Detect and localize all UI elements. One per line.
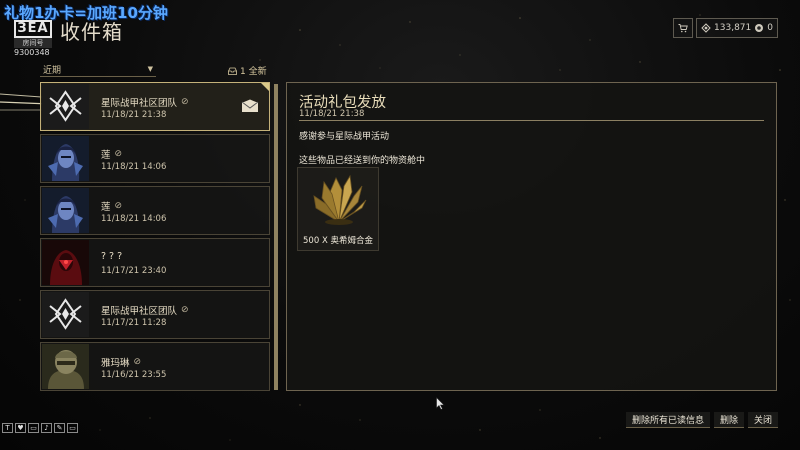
credits-display: 133,871 0 [696,18,778,38]
cart-icon [678,24,688,33]
edit-tool-icon[interactable]: ✎ [54,423,65,433]
lotus-logo-icon [42,84,89,129]
attachment-icon: ⊘ [114,149,123,159]
new-count-label: 1 全新 [240,67,267,77]
platinum-value: 0 [767,23,773,33]
message-list: 星际战甲社区团队 ⊘ 11/18/21 21:38 莲 ⊘ 11/18/21 1… [40,82,270,394]
avatar [42,136,89,181]
avatar [42,188,89,233]
avatar [42,240,89,285]
sender-name: 雅玛琳 ⊘ [101,357,142,369]
attachment-icon: ⊘ [181,305,189,315]
avatar [42,84,89,129]
room-id: 9300348 [14,48,50,57]
message-date: 11/17/21 23:40 [101,266,167,276]
message-date: 11/18/21 14:06 [101,214,167,224]
message-list-item[interactable]: ? ? ? 11/17/21 23:40 [40,238,270,287]
helmet-figure-icon [42,344,89,389]
text-tool-icon[interactable]: T [2,423,13,433]
bottom-toolbar: T ♥ ▭ ♪ ✎ ▭ [2,423,78,433]
message-list-item[interactable]: 星际战甲社区团队 ⊘ 11/18/21 21:38 [40,82,270,131]
window-tool-icon[interactable]: ▭ [67,423,78,433]
message-list-item[interactable]: 莲 ⊘ 11/18/21 14:06 [40,134,270,183]
mail-open-icon [241,99,259,112]
sender-name: 莲 ⊘ [101,149,123,161]
heart-tool-icon[interactable]: ♥ [15,423,26,433]
message-body-line: 感谢参与星际战甲活动 [299,132,390,142]
delete-all-read-button[interactable]: 删除所有已读信息 [625,412,710,428]
inbox-tray-icon [228,67,237,75]
message-date: 11/16/21 23:55 [101,370,167,380]
oxium-alloy-icon [313,174,367,225]
lotus-portrait-icon [42,188,89,233]
message-body-line: 这些物品已经送到你的物资舱中 [299,156,426,166]
divider [299,120,764,121]
message-list-item[interactable]: 雅玛琳 ⊘ 11/16/21 23:55 [40,342,270,391]
lotus-logo-icon [42,292,89,337]
sender-name: 星际战甲社区团队 ⊘ [101,305,189,317]
page-title: 收件箱 [60,20,123,44]
new-message-count: 1 全新 [228,64,267,77]
message-list-item[interactable]: 星际战甲社区团队 ⊘ 11/17/21 11:28 [40,290,270,339]
red-figure-icon [42,240,89,285]
message-date: 11/18/21 21:38 [101,110,167,120]
message-list-item[interactable]: 莲 ⊘ 11/18/21 14:06 [40,186,270,235]
filter-selected-value: 近期 [43,65,62,76]
attachment-icon: ⊘ [114,201,123,211]
message-detail-panel: 活动礼包发放 11/18/21 21:38 感谢参与星际战甲活动 这些物品已经送… [286,82,777,391]
message-date: 11/18/21 14:06 [101,162,167,172]
delete-button[interactable]: 删除 [713,412,744,428]
close-button[interactable]: 关闭 [747,412,778,428]
logo-subtitle: 房间号 [14,38,52,48]
attachment-icon: ⊘ [133,357,142,367]
lotus-portrait-icon [42,136,89,181]
reward-label: 500 X 奥希姆合金 [303,236,373,246]
sender-name: 莲 ⊘ [101,201,123,213]
chevron-down-icon: ▼ [147,65,153,73]
currency-bar: 133,871 0 [673,18,778,38]
market-button[interactable] [673,18,694,38]
avatar [42,292,89,337]
reward-item-tile[interactable]: 500 X 奥希姆合金 [297,167,379,251]
message-detail-date: 11/18/21 21:38 [299,109,365,119]
logo-text: ЗЕА [14,20,52,38]
avatar [42,344,89,389]
action-bar: 删除所有已读信息 删除 关闭 [625,412,778,428]
sender-name: ? ? ? [101,251,123,262]
credits-value: 133,871 [714,23,752,33]
credits-icon [701,23,711,33]
scrollbar-thumb[interactable] [274,84,278,390]
message-list-scrollbar[interactable] [274,84,278,390]
filter-dropdown[interactable]: 近期 ▼ [40,62,156,77]
attachment-icon: ⊘ [181,97,189,107]
message-date: 11/17/21 11:28 [101,318,167,328]
sender-name: 星际战甲社区团队 ⊘ [101,97,189,109]
music-tool-icon[interactable]: ♪ [41,423,52,433]
screen-tool-icon[interactable]: ▭ [28,423,39,433]
platinum-icon [755,24,764,32]
mouse-cursor-icon [436,397,445,410]
stream-logo: ЗЕА 房间号 9300348 [12,20,58,57]
